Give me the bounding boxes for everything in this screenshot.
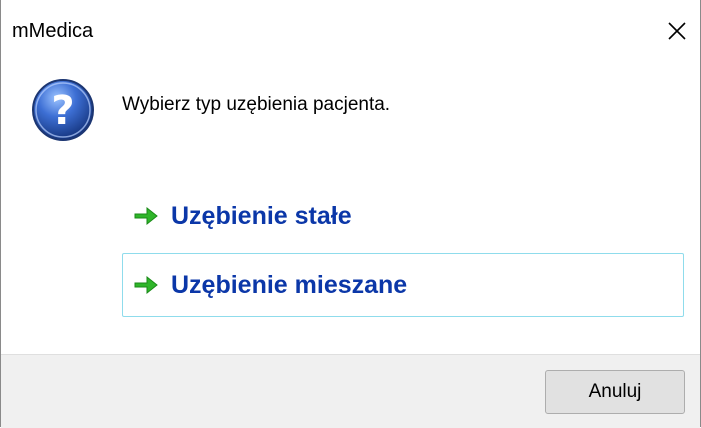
- question-icon: ?: [32, 79, 94, 141]
- green-arrow-icon: [134, 275, 158, 295]
- cancel-button[interactable]: Anuluj: [545, 370, 685, 414]
- green-arrow-icon: [134, 206, 158, 226]
- dialog-window: mMedica ? Wybierz typ uzębienia pacjenta…: [0, 0, 701, 428]
- dialog-content: ? Wybierz typ uzębienia pacjenta. Uzębie…: [1, 62, 700, 354]
- window-title: mMedica: [12, 20, 94, 42]
- command-link-mixed-teeth[interactable]: Uzębienie mieszane: [122, 253, 684, 317]
- dialog-footer: Anuluj: [1, 354, 700, 428]
- command-link-permanent-teeth[interactable]: Uzębienie stałe: [122, 184, 684, 248]
- prompt-text: Wybierz typ uzębienia pacjenta.: [122, 94, 391, 115]
- close-button[interactable]: [654, 0, 700, 62]
- svg-text:?: ?: [51, 88, 74, 134]
- command-link-label: Uzębienie mieszane: [171, 270, 408, 299]
- title-bar[interactable]: mMedica: [1, 0, 700, 62]
- close-icon: [668, 22, 686, 40]
- command-link-label: Uzębienie stałe: [171, 201, 352, 230]
